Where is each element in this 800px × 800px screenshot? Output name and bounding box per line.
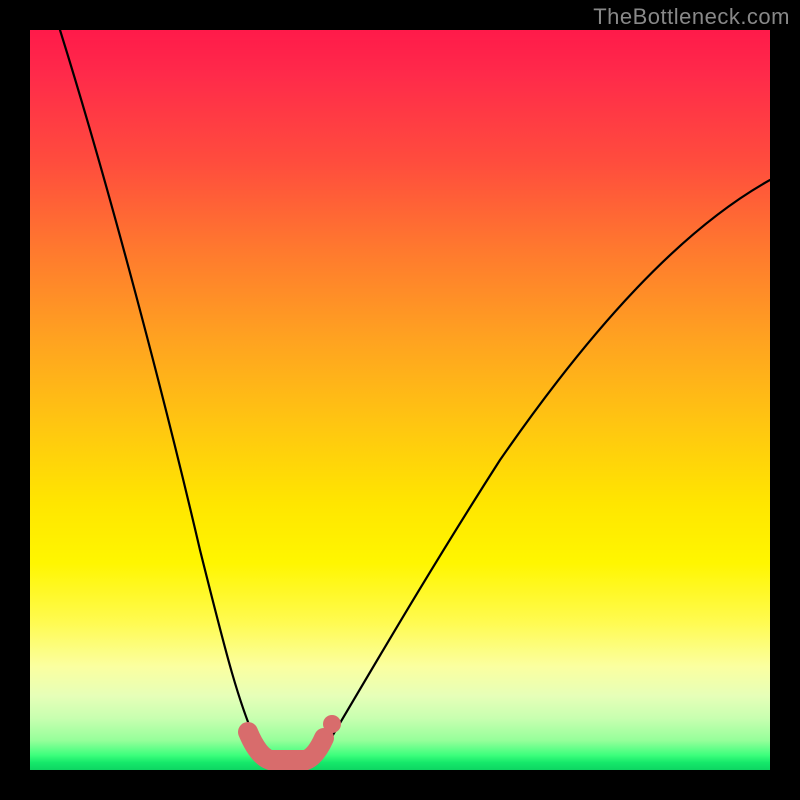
chart-plot-area — [30, 30, 770, 770]
bottleneck-curve — [60, 30, 770, 768]
chart-svg — [30, 30, 770, 770]
marker-dot — [323, 715, 341, 733]
watermark-text: TheBottleneck.com — [593, 4, 790, 30]
chart-frame: TheBottleneck.com — [0, 0, 800, 800]
optimal-range-marker — [248, 732, 324, 760]
